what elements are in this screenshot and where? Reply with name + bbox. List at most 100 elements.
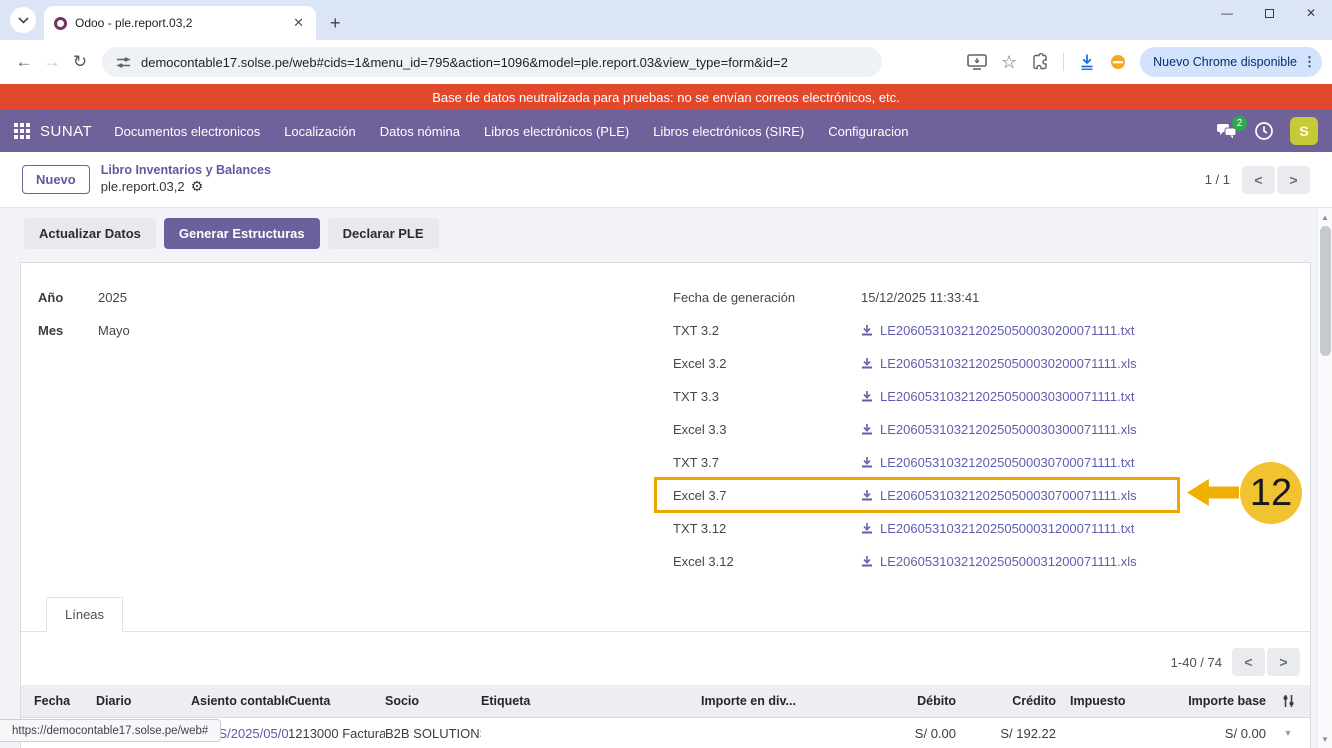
file-row-xls-312: Excel 3.12 LE206053103212025050003120007… — [673, 545, 1137, 578]
window-maximize-button[interactable] — [1248, 0, 1290, 26]
reload-button[interactable]: ↻ — [66, 52, 94, 72]
file-label: TXT 3.2 — [673, 323, 861, 338]
column-header-etiqueta[interactable]: Etiqueta — [481, 694, 701, 708]
new-tab-button[interactable]: + — [330, 14, 341, 32]
column-header-debito[interactable]: Débito — [851, 694, 956, 708]
generation-date-label: Fecha de generación — [673, 290, 861, 305]
menu-configuracion[interactable]: Configuracion — [828, 124, 908, 139]
tab-close-icon[interactable]: ✕ — [289, 15, 308, 31]
file-label: Excel 3.12 — [673, 554, 861, 569]
menu-libros-ple[interactable]: Libros electrónicos (PLE) — [484, 124, 629, 139]
lines-pager-previous-button[interactable]: < — [1232, 648, 1265, 676]
window-minimize-button[interactable]: — — [1206, 0, 1248, 26]
scrollbar-down-arrow[interactable]: ▼ — [1318, 732, 1332, 746]
download-tray-icon — [861, 523, 873, 535]
file-download-link[interactable]: LE2060531032120250500031200071111.xls — [861, 554, 1137, 569]
scrollbar-up-arrow[interactable]: ▲ — [1318, 210, 1332, 224]
activities-clock-icon[interactable] — [1254, 121, 1274, 141]
tab-lineas[interactable]: Líneas — [46, 597, 123, 632]
app-brand[interactable]: SUNAT — [40, 123, 92, 140]
chrome-update-button[interactable]: Nuevo Chrome disponible ⋮ — [1140, 47, 1322, 77]
record-pager-next-button[interactable]: > — [1277, 166, 1310, 194]
menu-documentos-electronicos[interactable]: Documentos electronicos — [114, 124, 260, 139]
annotation-arrow-icon — [1187, 479, 1239, 506]
year-field-value[interactable]: 2025 — [98, 290, 127, 305]
browser-toolbar: ← → ↻ democontable17.solse.pe/web#cids=1… — [0, 40, 1332, 84]
file-download-link[interactable]: LE2060531032120250500030700071111.txt — [861, 455, 1134, 470]
generar-estructuras-button[interactable]: Generar Estructuras — [164, 218, 320, 249]
file-download-link[interactable]: LE2060531032120250500030200071111.xls — [861, 356, 1137, 371]
declarar-ple-button[interactable]: Declarar PLE — [328, 218, 439, 249]
status-bar-link: https://democontable17.solse.pe/web# — [0, 719, 221, 742]
scrollbar-thumb[interactable] — [1320, 226, 1331, 356]
bookmark-star-icon[interactable]: ☆ — [1001, 53, 1017, 71]
tab-search-button[interactable] — [10, 7, 36, 33]
file-download-link[interactable]: LE2060531032120250500030300071111.txt — [861, 389, 1134, 404]
apps-grid-icon[interactable] — [14, 123, 30, 139]
column-header-impuesto[interactable]: Impuesto — [1056, 694, 1141, 708]
optional-columns-icon[interactable] — [1281, 694, 1296, 708]
form-right-column: Fecha de generación 15/12/2025 11:33:41 … — [673, 281, 1137, 578]
column-header-credito[interactable]: Crédito — [956, 694, 1056, 708]
column-header-importe-divisa[interactable]: Importe en div... — [701, 694, 851, 708]
column-header-asiento[interactable]: Asiento contable — [191, 694, 288, 708]
lines-pager-next-button[interactable]: > — [1267, 648, 1300, 676]
file-label: Excel 3.7 — [673, 488, 861, 503]
record-actions-gear-icon[interactable]: ⚙ — [191, 179, 204, 197]
menu-localizacion[interactable]: Localización — [284, 124, 356, 139]
menu-datos-nomina[interactable]: Datos nómina — [380, 124, 460, 139]
browser-tab[interactable]: Odoo - ple.report.03,2 ✕ — [44, 6, 316, 40]
url-text: democontable17.solse.pe/web#cids=1&menu_… — [141, 55, 788, 70]
download-tray-icon — [861, 358, 873, 370]
install-app-icon[interactable] — [967, 54, 987, 70]
generation-date-value: 15/12/2025 11:33:41 — [861, 290, 979, 305]
vertical-scrollbar[interactable]: ▲ ▼ — [1317, 208, 1332, 748]
file-row-txt-32: TXT 3.2 LE206053103212025050003020007111… — [673, 314, 1137, 347]
actualizar-datos-button[interactable]: Actualizar Datos — [24, 218, 156, 249]
file-download-link[interactable]: LE2060531032120250500031200071111.txt — [861, 521, 1134, 536]
chrome-update-label: Nuevo Chrome disponible — [1153, 55, 1297, 69]
file-name: LE2060531032120250500030200071111.txt — [880, 323, 1134, 338]
month-field-label: Mes — [38, 323, 98, 338]
download-icon[interactable] — [1078, 53, 1096, 71]
column-header-socio[interactable]: Socio — [385, 694, 481, 708]
column-header-fecha[interactable]: Fecha — [21, 694, 96, 708]
file-label: Excel 3.3 — [673, 422, 861, 437]
messages-button[interactable]: 2 — [1216, 123, 1238, 140]
menu-libros-sire[interactable]: Libros electrónicos (SIRE) — [653, 124, 804, 139]
window-close-button[interactable]: ✕ — [1290, 0, 1332, 26]
month-field-value[interactable]: Mayo — [98, 323, 130, 338]
tab-title: Odoo - ple.report.03,2 — [75, 16, 289, 30]
file-label: Excel 3.2 — [673, 356, 861, 371]
extensions-icon[interactable] — [1031, 53, 1049, 71]
record-pager-previous-button[interactable]: < — [1242, 166, 1275, 194]
window-controls: — ✕ — [1206, 0, 1332, 40]
file-name: LE2060531032120250500030200071111.xls — [880, 356, 1137, 371]
address-bar[interactable]: democontable17.solse.pe/web#cids=1&menu_… — [102, 47, 882, 77]
download-tray-icon — [861, 457, 873, 469]
new-record-button[interactable]: Nuevo — [22, 165, 90, 194]
file-row-txt-33: TXT 3.3 LE206053103212025050003030007111… — [673, 380, 1137, 413]
test-database-banner: Base de datos neutralizada para pruebas:… — [0, 84, 1332, 110]
browser-menu-icon[interactable]: ⋮ — [1303, 54, 1316, 70]
column-header-importe-base[interactable]: Importe base — [1141, 694, 1266, 708]
file-name: LE2060531032120250500030700071111.xls — [880, 488, 1137, 503]
site-settings-icon — [116, 56, 131, 69]
column-header-cuenta[interactable]: Cuenta — [288, 694, 385, 708]
column-header-diario[interactable]: Diario — [96, 694, 191, 708]
notebook-tabs: Líneas — [21, 597, 1310, 632]
file-download-link[interactable]: LE2060531032120250500030200071111.txt — [861, 323, 1134, 338]
form-sheet: Año 2025 Mes Mayo Fecha de generación 15… — [20, 262, 1311, 748]
main-navbar: SUNAT Documentos electronicos Localizaci… — [0, 110, 1332, 152]
back-button[interactable]: ← — [10, 52, 38, 72]
file-download-link[interactable]: LE2060531032120250500030700071111.xls — [861, 488, 1137, 503]
file-download-link[interactable]: LE2060531032120250500030300071111.xls — [861, 422, 1137, 437]
extension-badge-icon[interactable] — [1110, 54, 1126, 70]
file-label: TXT 3.12 — [673, 521, 861, 536]
user-avatar[interactable]: S — [1290, 117, 1318, 145]
breadcrumb-title[interactable]: Libro Inventarios y Balances — [101, 163, 271, 179]
forward-button[interactable]: → — [38, 52, 66, 72]
annotation-step-badge: 12 — [1240, 462, 1302, 524]
row-dropdown-icon[interactable]: ▼ — [1266, 728, 1310, 738]
messages-count-badge: 2 — [1232, 116, 1247, 131]
